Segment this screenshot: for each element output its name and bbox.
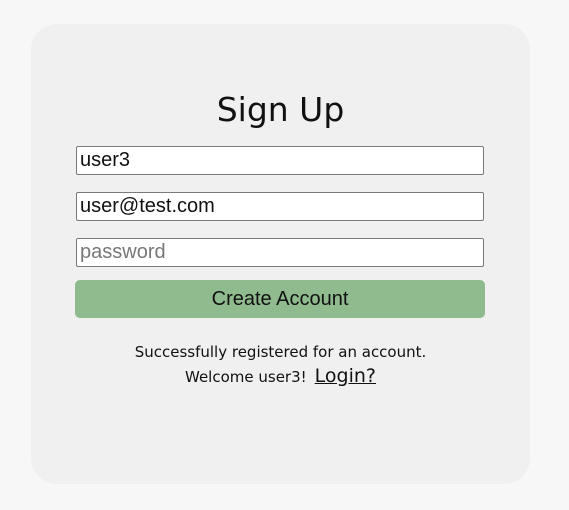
status-message: Successfully registered for an account. …	[31, 340, 530, 389]
welcome-text: Welcome user3!	[185, 368, 307, 386]
create-account-button[interactable]: Create Account	[75, 280, 485, 318]
success-text: Successfully registered for an account.	[134, 343, 427, 361]
signup-card: Sign Up Create Account Successfully regi…	[31, 24, 530, 484]
welcome-line: Welcome user3! Login?	[31, 364, 530, 389]
page-title: Sign Up	[216, 90, 345, 129]
password-input[interactable]	[76, 238, 484, 267]
email-input[interactable]	[76, 192, 484, 221]
login-link[interactable]: Login?	[315, 365, 376, 387]
username-input[interactable]	[76, 146, 484, 175]
